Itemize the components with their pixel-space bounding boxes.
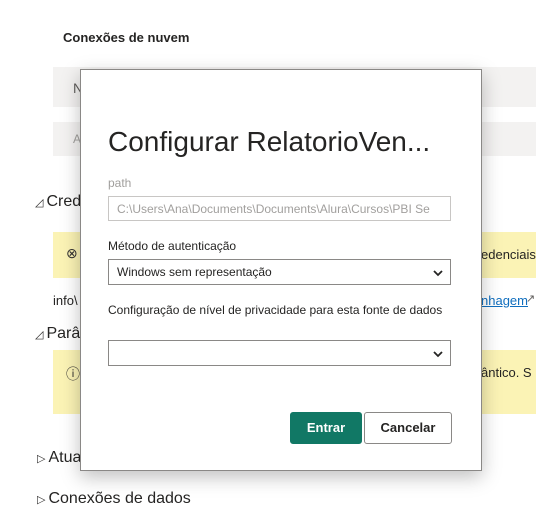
error-circle-icon: ⊗: [66, 245, 78, 261]
dialog-title: Configurar RelatorioVen...: [108, 126, 431, 157]
info-link[interactable]: nhagem: [481, 293, 528, 308]
collapse-triangle-icon: ◿: [35, 329, 44, 341]
parameters-warning-text: ântico. S: [481, 365, 532, 380]
expand-triangle-icon: ▷: [37, 453, 46, 465]
data-connections-section-label: Conexões de dados: [48, 490, 191, 507]
privacy-level-label: Configuração de nível de privacidade par…: [108, 303, 443, 317]
credentials-warning-text: edenciais: [481, 247, 536, 262]
cancel-button[interactable]: Cancelar: [364, 412, 452, 444]
update-section-label: Atua: [48, 449, 82, 466]
section-title: Conexões de nuvem: [63, 30, 190, 45]
collapse-triangle-icon: ◿: [35, 197, 44, 209]
info-circle-icon: ⓘ: [66, 366, 80, 382]
sign-in-button[interactable]: Entrar: [290, 412, 362, 444]
auth-method-value: Windows sem representação: [117, 265, 272, 279]
credentials-section-label: Cred: [46, 193, 82, 210]
chevron-down-icon: [433, 351, 443, 358]
privacy-level-select[interactable]: [108, 340, 451, 366]
auth-method-label: Método de autenticação: [108, 239, 237, 253]
info-text: info\: [53, 293, 78, 308]
path-input: C:\Users\Ana\Documents\Documents\Alura\C…: [108, 196, 451, 221]
expand-triangle-icon: ▷: [37, 494, 46, 506]
parameters-section-toggle[interactable]: ◿ Parâ: [35, 325, 80, 343]
path-label: path: [108, 176, 132, 190]
auth-method-select[interactable]: Windows sem representação: [108, 259, 451, 285]
chevron-down-icon: [433, 270, 443, 277]
external-link-icon: ↗: [526, 293, 536, 305]
configure-dialog: Configurar RelatorioVen... path C:\Users…: [80, 69, 482, 471]
credentials-section-toggle[interactable]: ◿ Cred: [35, 193, 81, 211]
update-section-toggle[interactable]: ▷ Atua: [37, 449, 81, 467]
data-connections-section-toggle[interactable]: ▷ Conexões de dados: [37, 490, 191, 508]
parameters-section-label: Parâ: [46, 325, 81, 342]
